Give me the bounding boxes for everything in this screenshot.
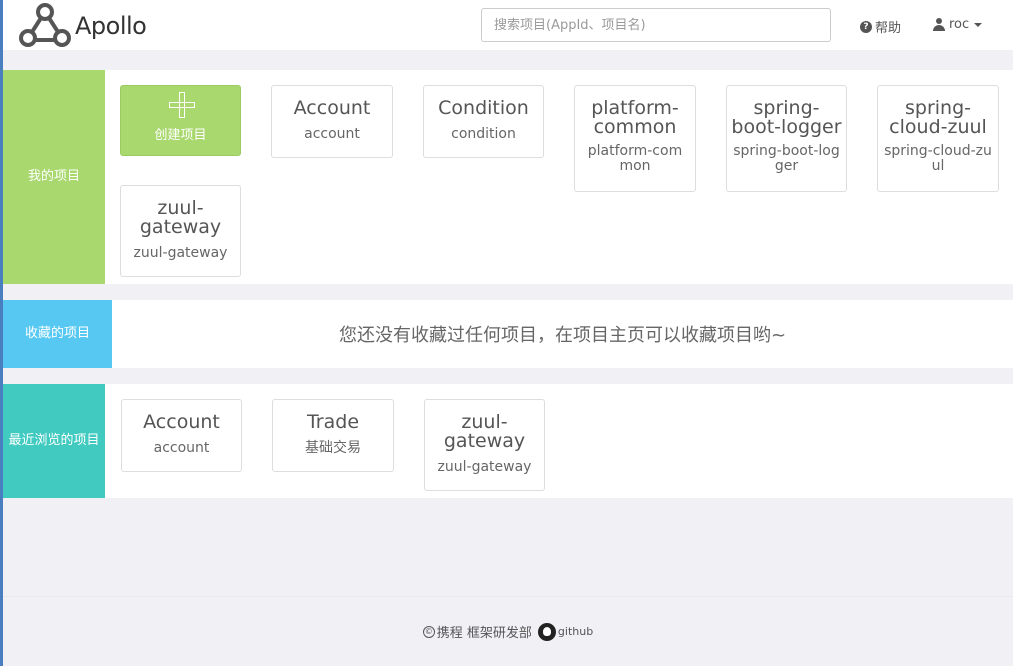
project-card-title: Condition bbox=[438, 97, 529, 119]
project-card[interactable]: zuul-gateway zuul-gateway bbox=[120, 185, 241, 277]
project-card[interactable]: platform-common platform-common bbox=[574, 85, 696, 192]
project-card-title: Account bbox=[293, 97, 371, 119]
project-card-appid: account bbox=[304, 126, 360, 142]
project-card-title: platform-common bbox=[591, 97, 679, 138]
github-icon[interactable] bbox=[537, 622, 556, 641]
user-menu[interactable]: roc bbox=[933, 17, 983, 32]
project-card[interactable]: Trade 基础交易 bbox=[272, 399, 394, 472]
project-card-appid: spring-boot-logger bbox=[733, 143, 840, 174]
user-icon bbox=[933, 18, 945, 31]
top-navbar: Apollo ? 帮助 roc bbox=[3, 0, 1013, 50]
project-card-appid: spring-cloud-zuul bbox=[884, 143, 992, 174]
project-card[interactable]: zuul-gateway zuul-gateway bbox=[424, 399, 545, 491]
project-card-title: Trade bbox=[306, 411, 360, 433]
create-project-label: 创建项目 bbox=[154, 128, 207, 143]
project-card-appid: zuul-gateway bbox=[437, 459, 532, 475]
plus-icon bbox=[168, 92, 195, 118]
project-card-title: zuul-gateway bbox=[443, 411, 526, 452]
project-card-title: Account bbox=[143, 411, 220, 433]
project-card[interactable]: Condition condition bbox=[423, 85, 544, 158]
apollo-logo-icon bbox=[19, 3, 71, 47]
project-card-title: spring-boot-logger bbox=[731, 97, 842, 138]
recent-projects-section: 最近浏览的项目 Account account Trade 基础交易 zuul-… bbox=[3, 384, 1013, 498]
caret-down-icon bbox=[974, 22, 983, 27]
project-card[interactable]: Account account bbox=[271, 85, 393, 158]
favorites-empty-message: 您还没有收藏过任何项目，在项目主页可以收藏项目哟~ bbox=[338, 325, 787, 346]
project-card-title: spring-cloud-zuul bbox=[889, 97, 987, 138]
footer-company: 携程 框架研发部 bbox=[436, 626, 532, 641]
favorite-projects-section: 收藏的项目 您还没有收藏过任何项目，在项目主页可以收藏项目哟~ bbox=[3, 300, 1013, 368]
project-card[interactable]: spring-boot-logger spring-boot-logger bbox=[726, 85, 847, 192]
project-card[interactable]: spring-cloud-zuul spring-cloud-zuul bbox=[877, 85, 999, 192]
project-card-appid: 基础交易 bbox=[305, 440, 361, 456]
project-card-title: zuul-gateway bbox=[139, 197, 222, 238]
project-card-appid: account bbox=[153, 440, 210, 456]
project-card-appid: condition bbox=[451, 126, 516, 142]
project-card[interactable]: Account account bbox=[121, 399, 242, 472]
github-link[interactable]: github bbox=[558, 625, 593, 638]
recent-projects-label: 最近浏览的项目 bbox=[3, 384, 105, 498]
create-project-button[interactable]: 创建项目 bbox=[120, 85, 241, 156]
search-input[interactable] bbox=[481, 8, 831, 42]
apollo-logo[interactable]: Apollo bbox=[19, 3, 147, 49]
user-name: roc bbox=[949, 17, 970, 32]
project-card-appid: zuul-gateway bbox=[133, 245, 228, 261]
page-footer: © 携程 框架研发部 github bbox=[3, 596, 1013, 666]
favorite-projects-label: 收藏的项目 bbox=[3, 300, 112, 368]
my-projects-label: 我的项目 bbox=[3, 70, 105, 284]
my-projects-section: 我的项目 创建项目 Account account Condition cond… bbox=[3, 70, 1013, 284]
help-label: 帮助 bbox=[875, 21, 902, 36]
help-link[interactable]: ? 帮助 bbox=[860, 17, 901, 36]
logo-text: Apollo bbox=[75, 12, 147, 40]
question-icon: ? bbox=[860, 20, 872, 33]
project-card-appid: platform-common bbox=[587, 143, 683, 174]
copyright-icon: © bbox=[422, 625, 435, 638]
